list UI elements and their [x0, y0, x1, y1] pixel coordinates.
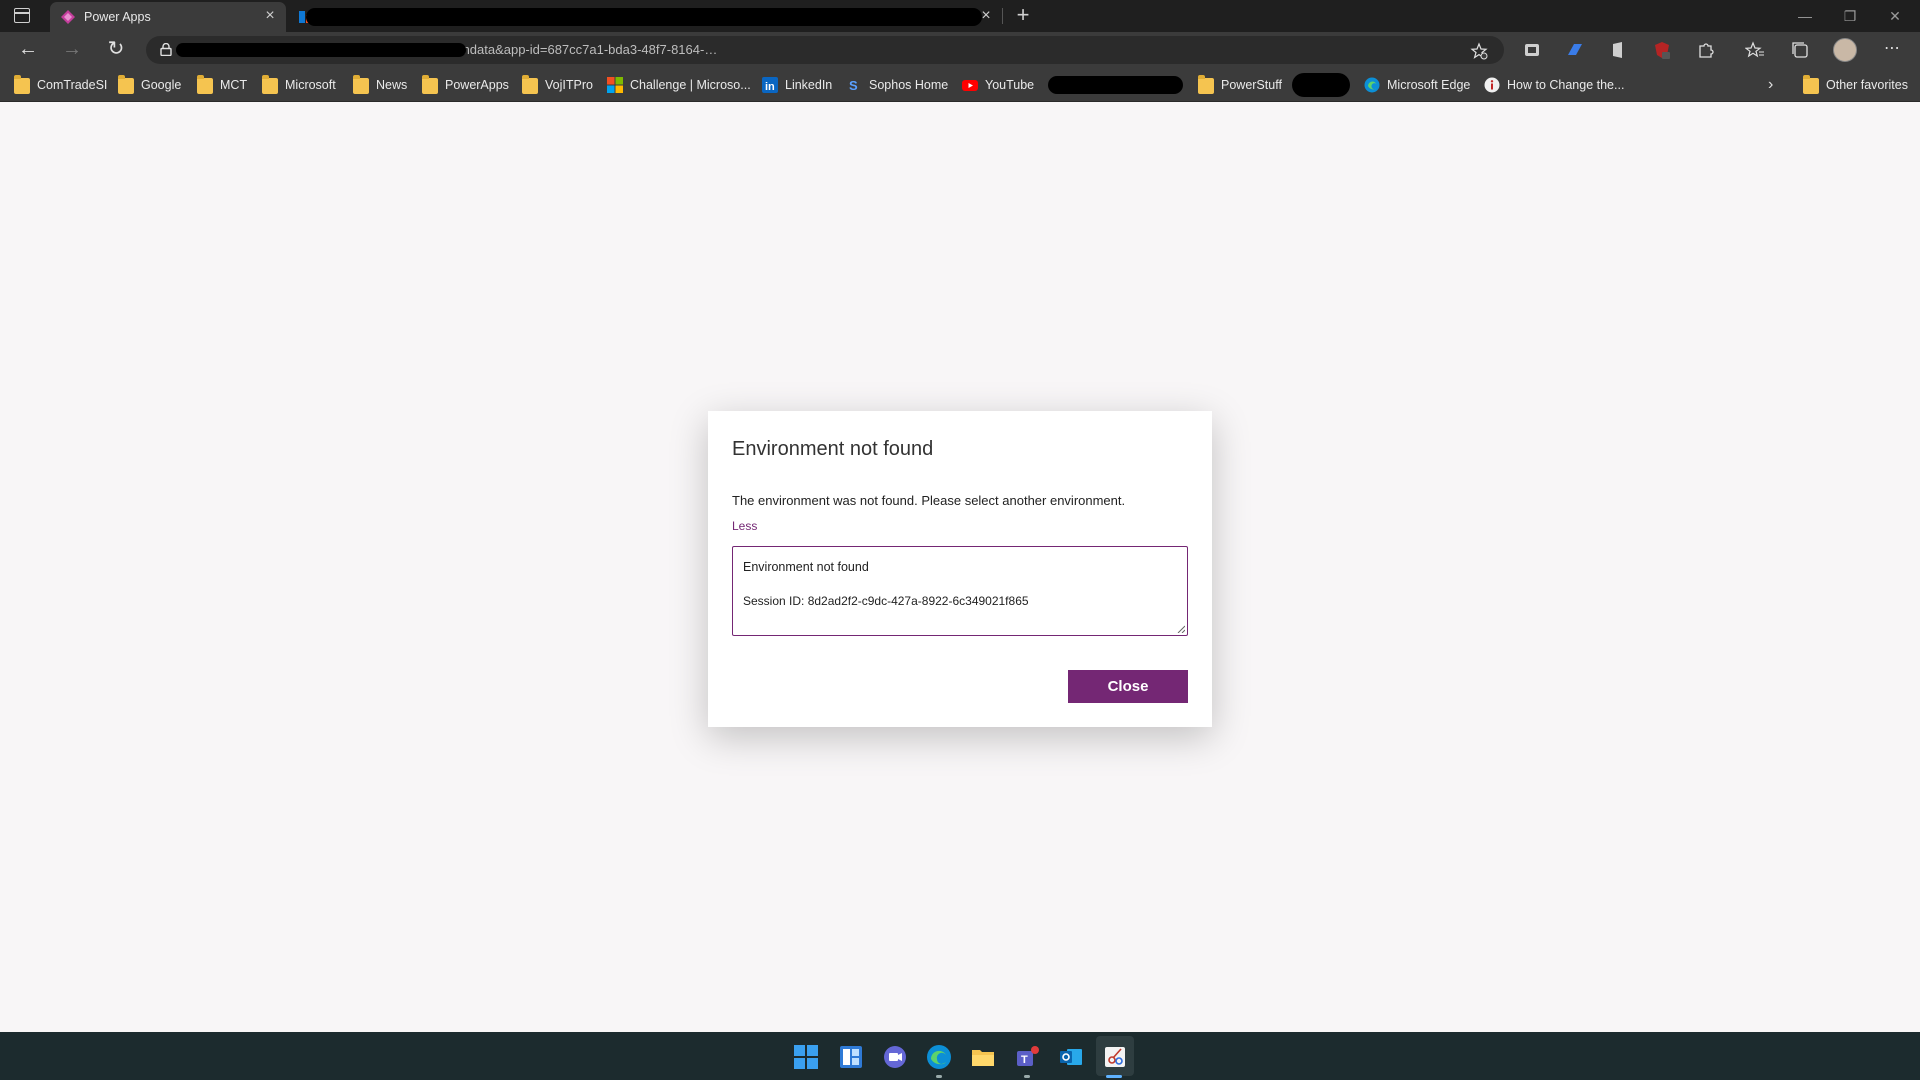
favorite-item[interactable]: News — [353, 75, 407, 94]
back-icon[interactable]: ← — [16, 38, 40, 62]
tab-strip: Power Apps × × + — ❐ ✕ — [0, 0, 1920, 32]
favorite-item[interactable]: YouTube — [962, 76, 1034, 94]
favorite-item[interactable]: Google — [118, 75, 181, 94]
windows-taskbar: T — [0, 1032, 1920, 1080]
tab-redacted[interactable]: × — [288, 2, 1000, 32]
favorite-item[interactable]: ComTradeSI — [14, 75, 107, 94]
favorite-item[interactable]: in LinkedIn — [762, 76, 832, 94]
add-favorite-icon[interactable] — [1470, 42, 1488, 60]
details-line-session-id: Session ID: 8d2ad2f2-c9dc-427a-8922-6c34… — [743, 594, 1029, 608]
edge-icon — [1364, 77, 1380, 93]
microsoft-logo-icon — [607, 77, 623, 93]
folder-icon — [197, 75, 213, 94]
folder-icon — [1803, 75, 1819, 94]
favorite-item[interactable]: Microsoft Edge — [1364, 76, 1470, 94]
linkedin-icon: in — [762, 77, 778, 93]
active-indicator — [1106, 1075, 1122, 1078]
power-automate-icon[interactable] — [1565, 40, 1585, 60]
dialog-title: Environment not found — [732, 438, 934, 460]
folder-icon — [522, 75, 538, 94]
extensions-puzzle-icon[interactable] — [1696, 40, 1716, 60]
folder-icon — [262, 75, 278, 94]
running-indicator — [1024, 1075, 1030, 1078]
teams-icon[interactable]: T — [1014, 1044, 1040, 1070]
power-apps-icon — [61, 10, 75, 24]
more-options-icon[interactable]: ⋯ — [1880, 38, 1904, 62]
folder-icon — [1198, 75, 1214, 94]
widgets-icon[interactable] — [838, 1044, 864, 1070]
less-toggle-link[interactable]: Less — [732, 519, 757, 533]
folder-icon — [118, 75, 134, 94]
redacted-tab-title — [306, 8, 982, 26]
error-details-textbox[interactable]: Environment not found Session ID: 8d2ad2… — [732, 546, 1188, 636]
redacted-favorite — [1292, 73, 1350, 97]
restore-icon[interactable]: ❐ — [1840, 6, 1860, 26]
favorite-item[interactable]: PowerStuff — [1198, 75, 1282, 94]
redacted-url — [176, 43, 466, 57]
file-explorer-icon[interactable] — [970, 1044, 996, 1070]
favorite-item[interactable]: Microsoft — [262, 75, 336, 94]
page-content: Environment not found The environment wa… — [0, 103, 1920, 1032]
close-tab-icon[interactable]: × — [262, 8, 278, 24]
favorite-item[interactable]: PowerApps — [422, 75, 509, 94]
folder-icon — [14, 75, 30, 94]
other-favorites[interactable]: Other favorites — [1803, 75, 1908, 94]
refresh-icon[interactable]: ↻ — [104, 38, 128, 62]
favorite-item[interactable]: S Sophos Home — [846, 76, 948, 94]
chevron-right-icon[interactable]: › — [1768, 76, 1773, 94]
favorite-item[interactable]: VojITPro — [522, 75, 593, 94]
svg-text:T: T — [1021, 1054, 1028, 1066]
favorite-item[interactable]: Challenge | Microso... — [607, 76, 751, 94]
redacted-favorite — [1048, 76, 1183, 94]
chat-icon[interactable] — [882, 1044, 908, 1070]
extension-icon[interactable] — [1522, 40, 1542, 60]
folder-icon — [422, 75, 438, 94]
close-button[interactable]: Close — [1068, 670, 1188, 703]
favorites-icon[interactable] — [1745, 40, 1765, 60]
minimize-icon[interactable]: — — [1795, 6, 1815, 26]
browser-toolbar: ← → ↻ …/studio/#action=sp-edit-formdata&… — [0, 32, 1920, 68]
svg-text:in: in — [765, 81, 775, 93]
resize-grip-icon[interactable] — [1177, 625, 1185, 633]
collections-icon[interactable] — [1790, 40, 1810, 60]
sophos-icon: S — [849, 78, 858, 93]
new-tab-icon[interactable]: + — [1012, 4, 1034, 27]
close-tab-icon[interactable]: × — [978, 8, 994, 24]
running-indicator — [936, 1075, 942, 1078]
info-icon — [1484, 77, 1500, 93]
edge-icon[interactable] — [926, 1044, 952, 1070]
lock-icon — [160, 43, 172, 56]
folder-icon — [353, 75, 369, 94]
start-icon[interactable] — [793, 1044, 819, 1070]
dialog-message: The environment was not found. Please se… — [732, 493, 1126, 508]
favorites-bar: ComTradeSI Google MCT Microsoft News Pow… — [0, 68, 1920, 102]
window-close-icon[interactable]: ✕ — [1885, 6, 1905, 26]
ublock-icon[interactable] — [1652, 40, 1672, 60]
tab-title: Power Apps — [84, 10, 151, 24]
address-bar[interactable]: …/studio/#action=sp-edit-formdata&app-id… — [146, 36, 1504, 64]
youtube-icon — [962, 80, 978, 91]
office-icon[interactable] — [1608, 40, 1628, 60]
outlook-icon[interactable] — [1058, 1044, 1084, 1070]
profile-avatar[interactable] — [1833, 38, 1857, 62]
tab-power-apps[interactable]: Power Apps × — [50, 2, 286, 32]
details-line-error: Environment not found — [743, 560, 869, 574]
forward-icon[interactable]: → — [60, 38, 84, 62]
error-dialog: Environment not found The environment wa… — [708, 411, 1212, 727]
favorite-item[interactable]: MCT — [197, 75, 247, 94]
favorite-item[interactable]: How to Change the... — [1484, 76, 1624, 94]
divider — [1002, 8, 1003, 24]
svg-text:S: S — [849, 78, 858, 93]
snipping-tool-icon[interactable] — [1102, 1044, 1128, 1070]
tab-actions-icon[interactable] — [14, 8, 30, 23]
